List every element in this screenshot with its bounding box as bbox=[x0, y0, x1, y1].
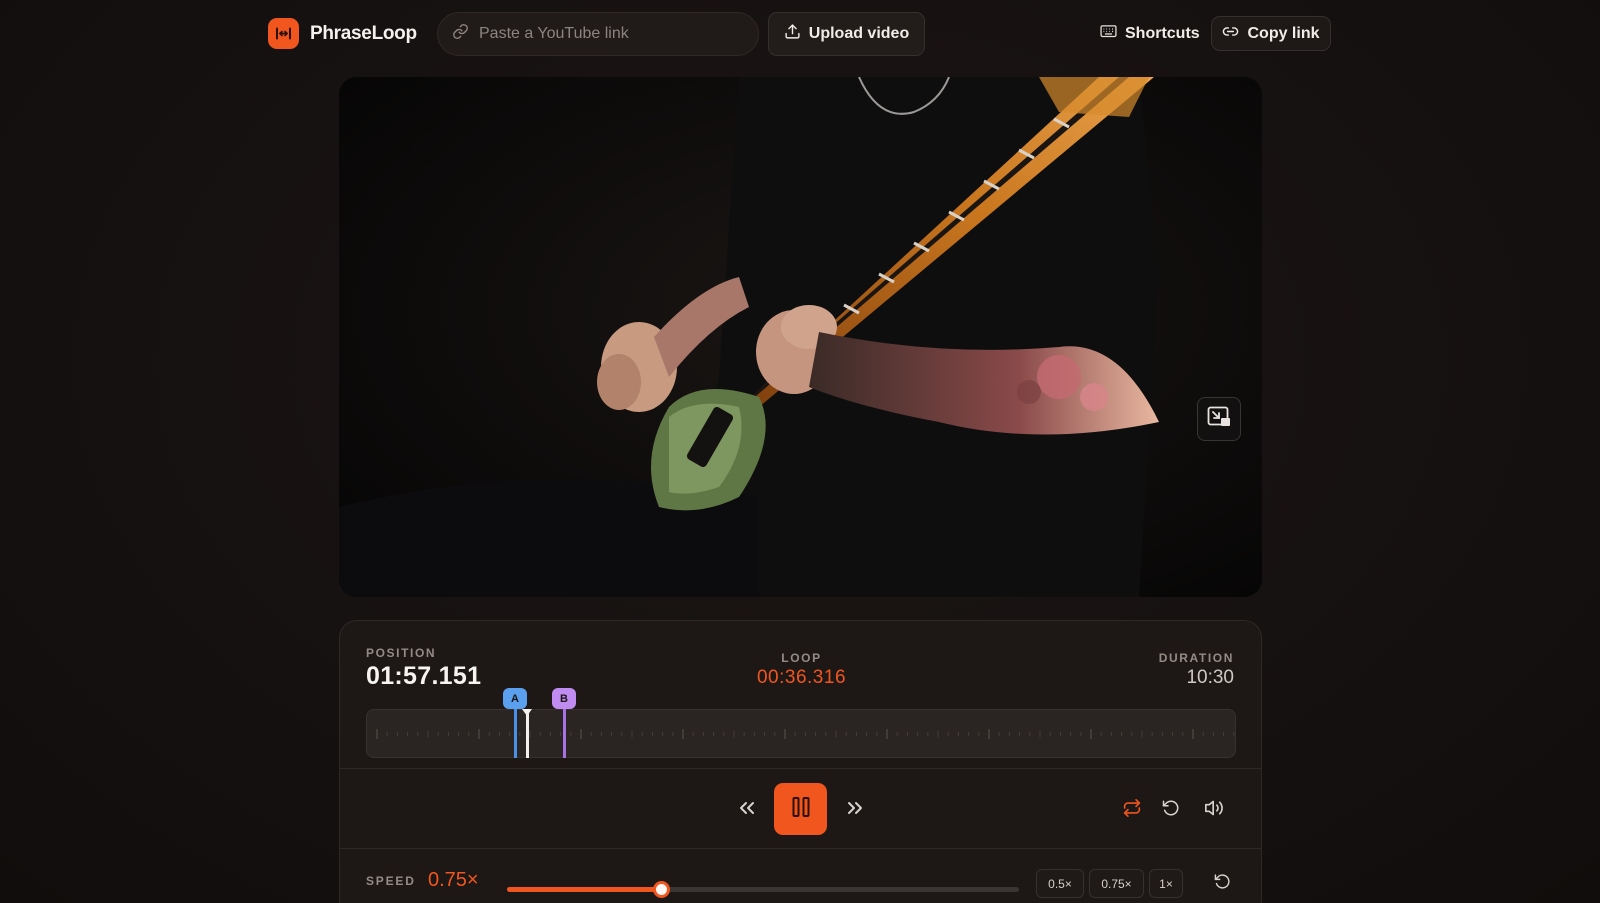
loop-icon bbox=[1122, 798, 1142, 822]
app-name: PhraseLoop bbox=[310, 22, 417, 44]
marker-a-line bbox=[514, 709, 517, 758]
speed-slider-fill bbox=[507, 887, 661, 892]
speed-slider[interactable] bbox=[507, 877, 1019, 901]
youtube-link-input[interactable] bbox=[479, 25, 729, 43]
timeline-ticks bbox=[376, 729, 1235, 739]
upload-video-button[interactable]: Upload video bbox=[768, 12, 925, 56]
reset-speed-button[interactable] bbox=[1207, 869, 1237, 899]
copy-link-button[interactable]: Copy link bbox=[1211, 16, 1331, 51]
loop-length-value: 00:36.316 bbox=[756, 667, 847, 688]
loop-toggle-button[interactable] bbox=[1117, 795, 1147, 825]
restart-button[interactable] bbox=[1156, 795, 1186, 825]
fast-forward-button[interactable] bbox=[840, 795, 870, 825]
pause-icon bbox=[792, 796, 810, 822]
speed-label: SPEED bbox=[366, 874, 416, 888]
play-pause-button[interactable] bbox=[774, 783, 827, 835]
copy-link-label: Copy link bbox=[1247, 24, 1320, 42]
upload-video-label: Upload video bbox=[808, 25, 910, 42]
picture-in-picture-button[interactable] bbox=[1197, 397, 1241, 441]
volume-button[interactable] bbox=[1199, 795, 1229, 825]
control-panel: POSITION 01:57.151 LOOP 00:36.316 DURATI… bbox=[339, 620, 1262, 903]
link-icon bbox=[1222, 23, 1239, 45]
fast-forward-icon bbox=[846, 801, 864, 820]
keyboard-icon bbox=[1100, 24, 1117, 44]
speed-slider-thumb[interactable] bbox=[652, 881, 670, 898]
rewind-icon bbox=[738, 801, 756, 820]
link-icon bbox=[452, 23, 469, 45]
timeline-scrubber[interactable] bbox=[366, 709, 1236, 758]
video-player[interactable] bbox=[339, 77, 1262, 597]
marker-b-line bbox=[563, 709, 566, 758]
speed-controls: SPEED 0.75× 0.5× 0.75× 1× bbox=[340, 849, 1261, 903]
reset-icon bbox=[1214, 873, 1231, 895]
speed-value: 0.75× bbox=[428, 869, 479, 891]
youtube-link-field[interactable] bbox=[437, 12, 759, 56]
shortcuts-label: Shortcuts bbox=[1125, 25, 1200, 42]
loop-readout: LOOP 00:36.316 bbox=[340, 651, 1261, 689]
restart-icon bbox=[1162, 799, 1180, 822]
volume-icon bbox=[1204, 799, 1224, 822]
top-bar: PhraseLoop Upload video bbox=[0, 0, 1600, 68]
marker-b-tag: B bbox=[552, 688, 576, 709]
shortcuts-button[interactable]: Shortcuts bbox=[1096, 17, 1204, 51]
transport-controls bbox=[340, 769, 1261, 849]
marker-a-tag: A bbox=[503, 688, 527, 709]
duration-label: DURATION bbox=[1158, 651, 1234, 665]
video-frame-guitarist bbox=[339, 77, 1262, 597]
upload-icon bbox=[784, 23, 801, 45]
duration-value: 10:30 bbox=[1186, 667, 1234, 688]
loop-start-marker[interactable]: A bbox=[503, 688, 527, 758]
loop-end-marker[interactable]: B bbox=[552, 688, 576, 758]
rewind-button[interactable] bbox=[732, 795, 762, 825]
picture-in-picture-icon bbox=[1207, 406, 1231, 433]
logo-mark-icon bbox=[268, 18, 299, 49]
speed-preset-1[interactable]: 1× bbox=[1149, 869, 1183, 898]
speed-preset-0-5[interactable]: 0.5× bbox=[1036, 869, 1084, 898]
app-logo[interactable]: PhraseLoop bbox=[268, 18, 417, 49]
playhead-cap bbox=[522, 709, 532, 716]
playhead[interactable] bbox=[526, 711, 529, 758]
loop-label: LOOP bbox=[781, 651, 822, 665]
speed-preset-0-75[interactable]: 0.75× bbox=[1089, 869, 1144, 898]
duration-readout: DURATION 10:30 bbox=[1159, 651, 1234, 689]
